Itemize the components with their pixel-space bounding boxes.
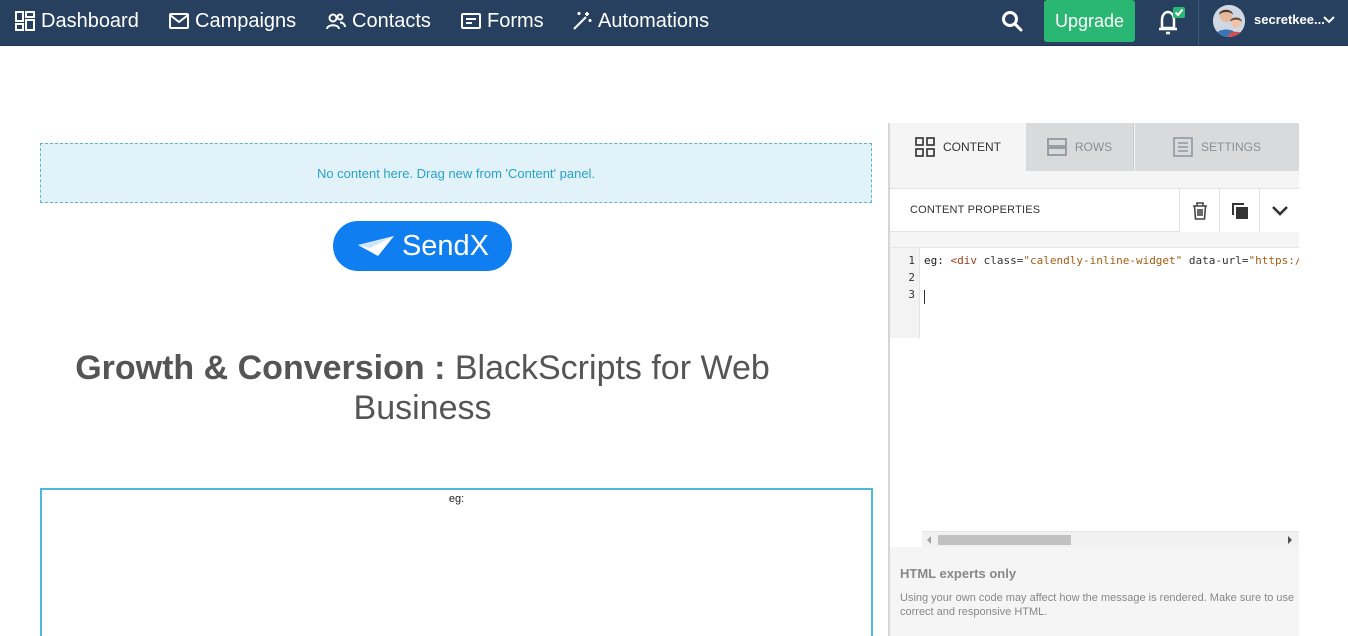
nav-item-automations[interactable]: Automations bbox=[571, 0, 709, 42]
magic-wand-icon bbox=[573, 12, 592, 30]
collapse-button[interactable] bbox=[1259, 189, 1299, 232]
properties-title: CONTENT PROPERTIES bbox=[910, 204, 1041, 216]
scrollbar-thumb[interactable] bbox=[938, 535, 1071, 545]
tab-label: CONTENT bbox=[943, 140, 1001, 154]
notification-bell-icon[interactable] bbox=[1154, 6, 1186, 38]
nav-item-forms[interactable]: Forms bbox=[460, 0, 544, 42]
warning-title: HTML experts only bbox=[900, 566, 1017, 581]
dashboard-icon bbox=[15, 11, 35, 31]
code-line-1: eg: <div class="calendly-inline-widget" … bbox=[924, 254, 1299, 267]
user-avatar-icon bbox=[1213, 5, 1245, 37]
username[interactable]: secretkee... bbox=[1254, 12, 1325, 27]
horizontal-scrollbar[interactable] bbox=[922, 531, 1299, 547]
html-block-text: eg: bbox=[448, 493, 465, 505]
code-string: "https:/ bbox=[1248, 254, 1299, 267]
chevron-down-icon bbox=[1271, 205, 1288, 216]
form-icon bbox=[461, 13, 481, 29]
paper-plane-icon bbox=[357, 236, 394, 256]
code-prefix: eg: bbox=[924, 254, 951, 267]
logo-text: SendX bbox=[401, 229, 490, 262]
html-code-editor[interactable]: 1 2 3 eg: <div class="calendly-inline-wi… bbox=[890, 247, 1299, 547]
nav-item-label: Campaigns bbox=[195, 9, 297, 32]
copy-icon bbox=[1231, 202, 1248, 219]
nav-item-contacts[interactable]: Contacts bbox=[325, 0, 431, 42]
content-properties-bar: CONTENT PROPERTIES bbox=[890, 188, 1299, 232]
tab-settings[interactable]: SETTINGS bbox=[1135, 123, 1299, 171]
rows-icon bbox=[1046, 138, 1067, 156]
trash-icon bbox=[1192, 201, 1207, 220]
line-number: 2 bbox=[908, 271, 915, 284]
settings-list-icon bbox=[1173, 137, 1193, 157]
delete-button[interactable] bbox=[1179, 189, 1219, 232]
warning-text: Using your own code may affect how the m… bbox=[900, 592, 1295, 618]
code-attribute: class= bbox=[977, 254, 1024, 267]
scroll-left-icon[interactable] bbox=[924, 535, 934, 545]
avatar[interactable] bbox=[1213, 5, 1245, 37]
code-string: "calendly-inline-widget" bbox=[1023, 254, 1183, 267]
upgrade-button[interactable]: Upgrade bbox=[1044, 0, 1135, 42]
search-icon[interactable] bbox=[1000, 9, 1024, 33]
nav-item-campaigns[interactable]: Campaigns bbox=[168, 0, 296, 42]
contacts-icon bbox=[326, 13, 346, 30]
top-navigation-bar: Dashboard Campaigns Contacts Forms Autom… bbox=[0, 0, 1348, 46]
html-content-block[interactable]: eg: bbox=[40, 488, 873, 636]
nav-item-dashboard[interactable]: Dashboard bbox=[14, 0, 139, 42]
headline[interactable]: Growth & Conversion : BlackScripts for W… bbox=[40, 348, 805, 428]
nav-item-label: Automations bbox=[598, 9, 710, 32]
line-number-gutter: 1 2 3 bbox=[890, 248, 920, 338]
code-attribute: data-url= bbox=[1182, 254, 1249, 267]
line-number: 1 bbox=[908, 254, 915, 267]
line-number: 3 bbox=[908, 288, 915, 301]
duplicate-button[interactable] bbox=[1219, 189, 1259, 232]
empty-content-dropzone[interactable]: No content here. Drag new from 'Content'… bbox=[40, 143, 872, 203]
dropzone-text: No content here. Drag new from 'Content'… bbox=[316, 165, 596, 181]
chevron-down-icon[interactable] bbox=[1322, 14, 1336, 26]
tab-content[interactable]: CONTENT bbox=[890, 123, 1026, 171]
nav-item-label: Contacts bbox=[352, 9, 431, 32]
tab-label: ROWS bbox=[1074, 140, 1113, 154]
side-panel: CONTENT ROWS SETTINGS CONTENT PROPERTIES… bbox=[890, 123, 1299, 636]
tab-rows[interactable]: ROWS bbox=[1026, 123, 1134, 171]
nav-item-label: Forms bbox=[487, 9, 544, 32]
sendx-logo[interactable]: SendX bbox=[333, 221, 512, 271]
envelope-icon bbox=[169, 13, 189, 29]
tab-label: SETTINGS bbox=[1200, 140, 1261, 154]
headline-bold: Growth & Conversion : bbox=[75, 349, 446, 387]
text-cursor bbox=[924, 290, 925, 304]
scroll-right-icon[interactable] bbox=[1285, 535, 1295, 545]
code-tag: <div bbox=[950, 254, 978, 267]
nav-item-label: Dashboard bbox=[41, 9, 139, 32]
nav-divider bbox=[1198, 0, 1199, 46]
grid-icon bbox=[915, 137, 935, 157]
